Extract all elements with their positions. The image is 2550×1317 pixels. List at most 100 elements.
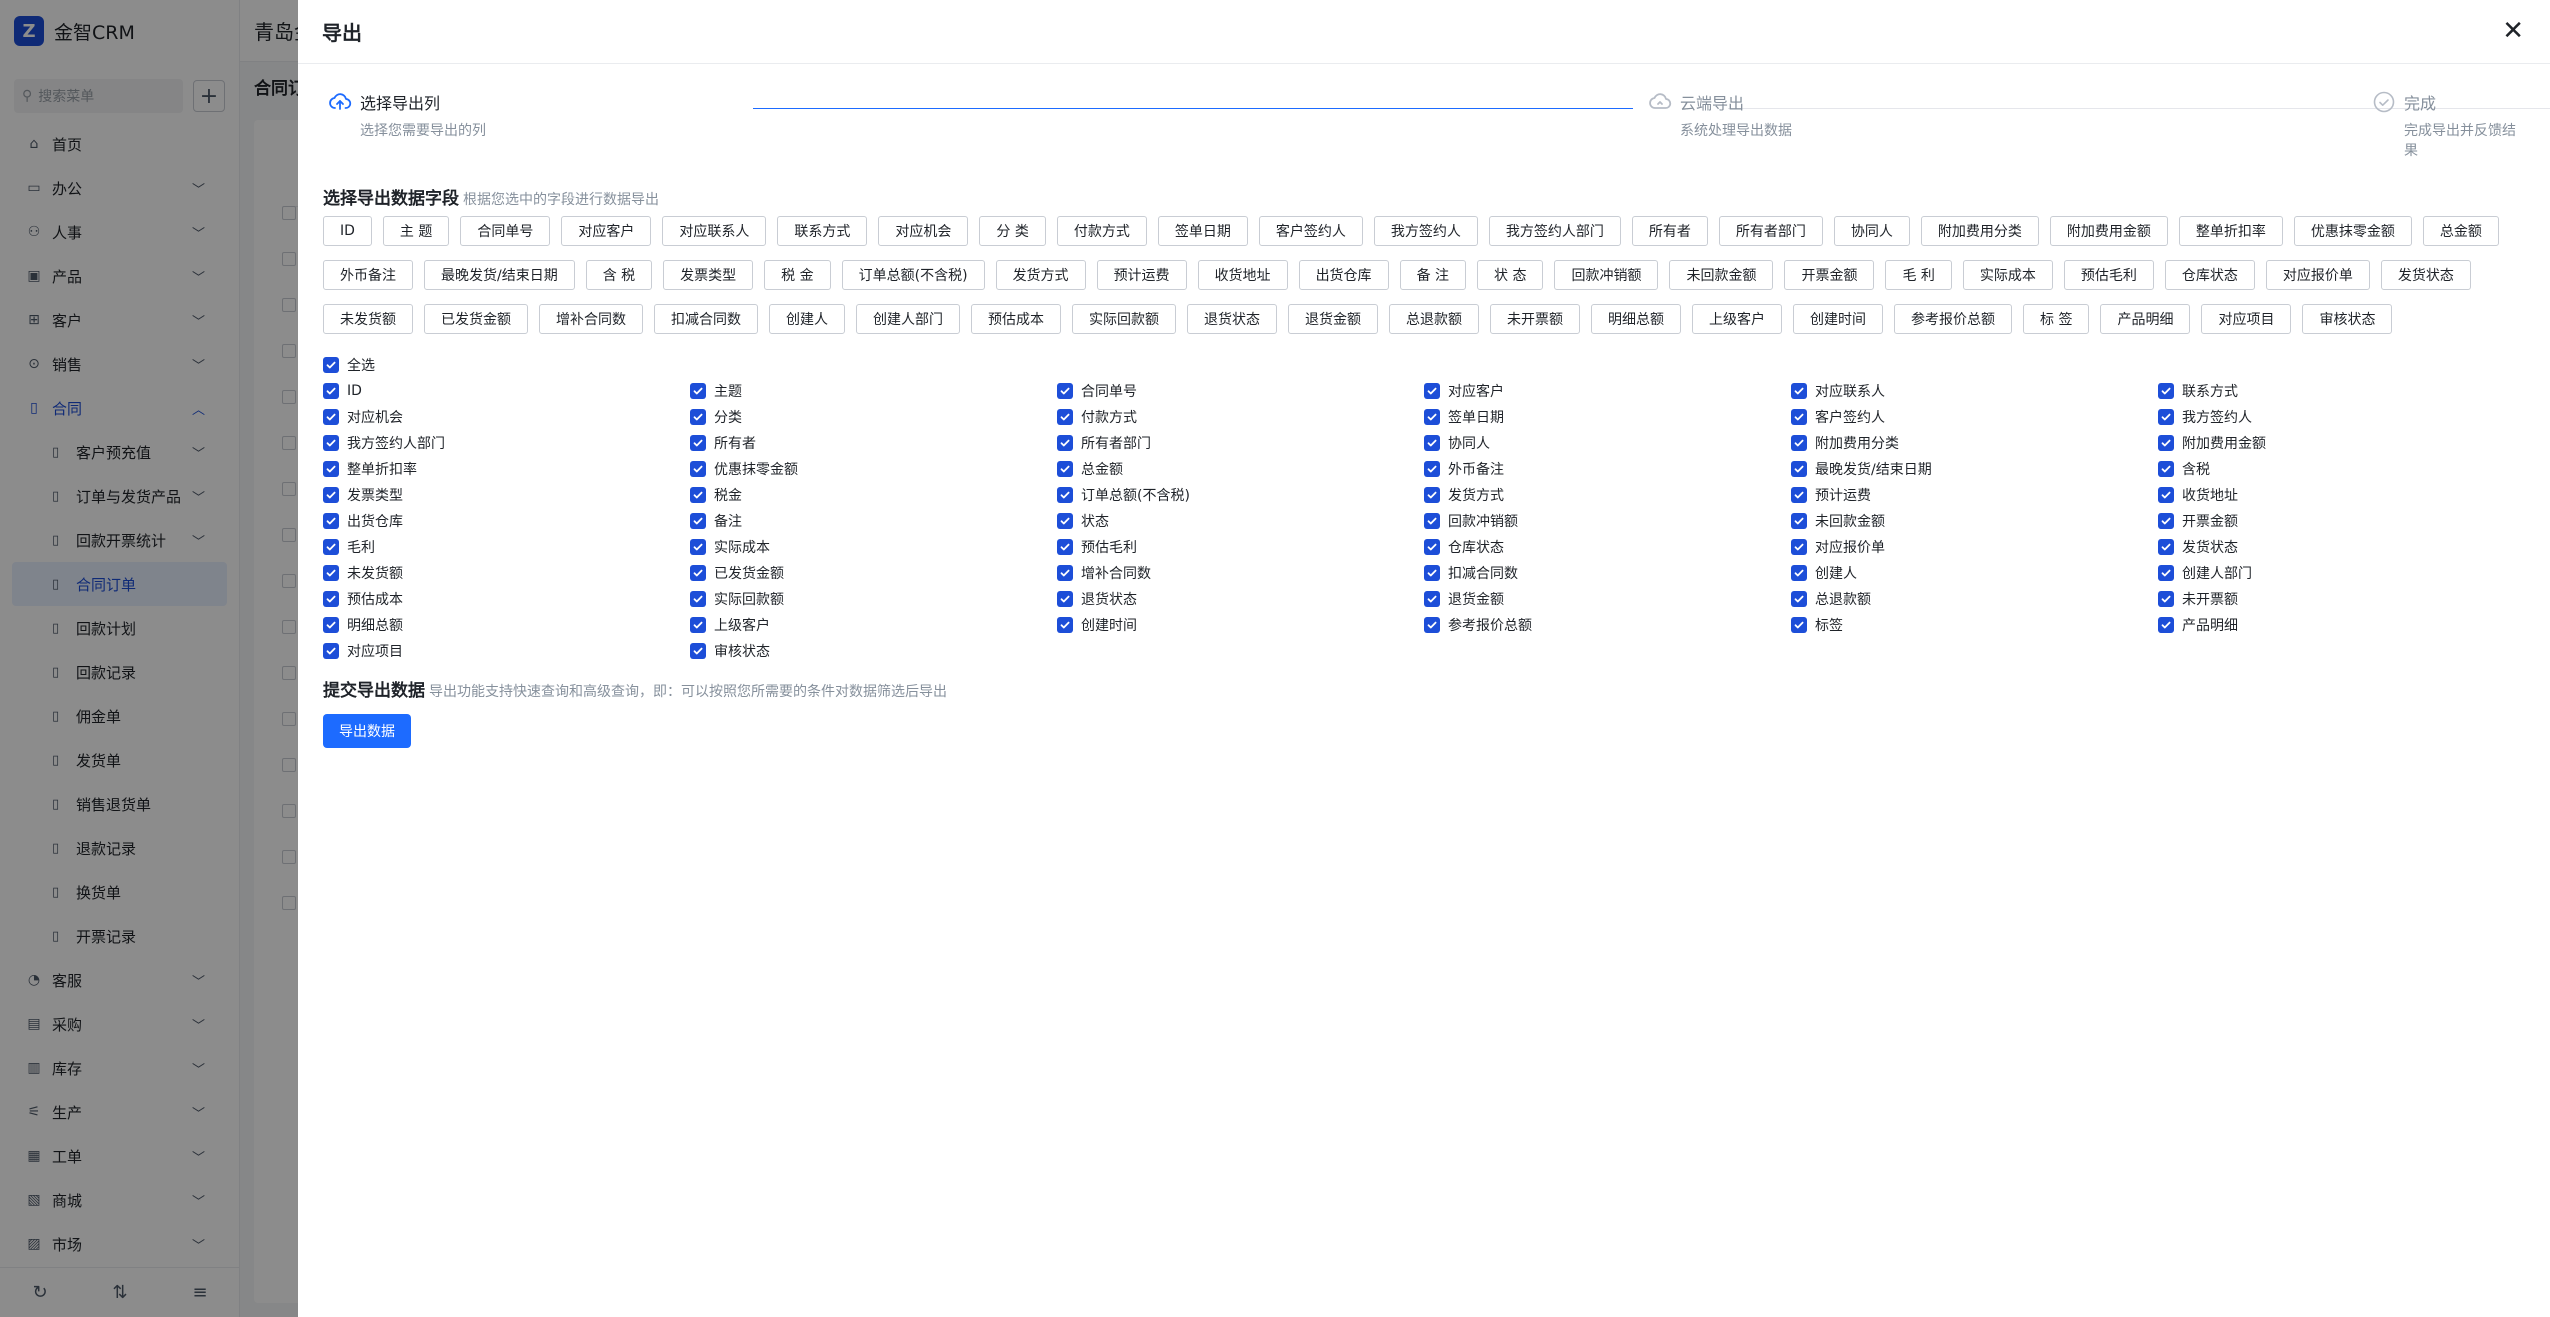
field-checkbox[interactable]: 未发货额: [323, 560, 690, 586]
field-chip[interactable]: 客户签约人: [1258, 216, 1363, 246]
field-chip[interactable]: 对应报价单: [2265, 260, 2370, 290]
field-chip[interactable]: 总退款额: [1389, 304, 1479, 334]
field-chip[interactable]: 毛 利: [1885, 260, 1952, 290]
field-chip[interactable]: 未开票额: [1490, 304, 1580, 334]
field-chip[interactable]: 预估成本: [971, 304, 1061, 334]
field-chip[interactable]: 我方签约人部门: [1488, 216, 1621, 246]
field-checkbox[interactable]: 回款冲销额: [1424, 508, 1791, 534]
field-chip[interactable]: 预估毛利: [2063, 260, 2154, 290]
field-checkbox[interactable]: 对应项目: [323, 638, 690, 664]
field-checkbox[interactable]: 退货状态: [1057, 586, 1424, 612]
field-checkbox[interactable]: 总退款额: [1791, 586, 2158, 612]
field-chip[interactable]: 订单总额(不含税): [841, 260, 985, 290]
field-checkbox[interactable]: 优惠抹零金额: [690, 456, 1057, 482]
field-chip[interactable]: 实际成本: [1962, 260, 2053, 290]
field-chip[interactable]: 退货金额: [1288, 304, 1378, 334]
field-checkbox[interactable]: 附加费用分类: [1791, 430, 2158, 456]
field-checkbox[interactable]: 税金: [690, 482, 1057, 508]
field-checkbox[interactable]: 所有者: [690, 430, 1057, 456]
field-checkbox[interactable]: 未回款金额: [1791, 508, 2158, 534]
field-chip[interactable]: 对应项目: [2201, 304, 2292, 334]
field-checkbox[interactable]: 分类: [690, 404, 1057, 430]
field-chip[interactable]: 参考报价总额: [1894, 304, 2012, 334]
field-checkbox[interactable]: 明细总额: [323, 612, 690, 638]
field-chip[interactable]: 合同单号: [460, 216, 551, 246]
field-chip[interactable]: 总金额: [2422, 216, 2499, 246]
field-checkbox[interactable]: 审核状态: [690, 638, 1057, 664]
field-chip[interactable]: 退货状态: [1187, 304, 1277, 334]
field-chip[interactable]: 对应客户: [561, 216, 652, 246]
field-checkbox[interactable]: 增补合同数: [1057, 560, 1424, 586]
field-checkbox[interactable]: 签单日期: [1424, 404, 1791, 430]
field-checkbox[interactable]: 开票金额: [2158, 508, 2525, 534]
field-chip[interactable]: 发票类型: [663, 260, 754, 290]
field-chip[interactable]: 整单折扣率: [2178, 216, 2283, 246]
field-chip[interactable]: 审核状态: [2302, 304, 2393, 334]
field-checkbox[interactable]: 创建时间: [1057, 612, 1424, 638]
export-data-button[interactable]: 导出数据: [323, 714, 411, 748]
field-checkbox[interactable]: 最晚发货/结束日期: [1791, 456, 2158, 482]
field-checkbox[interactable]: 协同人: [1424, 430, 1791, 456]
field-chip[interactable]: 外币备注: [323, 260, 413, 290]
field-checkbox[interactable]: 收货地址: [2158, 482, 2525, 508]
field-chip[interactable]: 备 注: [1399, 260, 1467, 290]
field-chip[interactable]: 创建时间: [1793, 304, 1883, 334]
field-chip[interactable]: 最晚发货/结束日期: [424, 260, 575, 290]
field-chip[interactable]: 附加费用分类: [1920, 216, 2039, 246]
field-checkbox[interactable]: 联系方式: [2158, 378, 2525, 404]
field-checkbox[interactable]: 上级客户: [690, 612, 1057, 638]
field-chip[interactable]: ID: [323, 216, 372, 246]
field-checkbox[interactable]: 附加费用金额: [2158, 430, 2525, 456]
field-checkbox[interactable]: 合同单号: [1057, 378, 1424, 404]
field-checkbox[interactable]: 仓库状态: [1424, 534, 1791, 560]
field-chip[interactable]: 付款方式: [1056, 216, 1147, 246]
field-checkbox[interactable]: 整单折扣率: [323, 456, 690, 482]
field-chip[interactable]: 回款冲销额: [1554, 260, 1659, 290]
check-all-checkbox[interactable]: 全选: [323, 352, 2523, 378]
field-checkbox[interactable]: 付款方式: [1057, 404, 1424, 430]
field-chip[interactable]: 对应联系人: [662, 216, 767, 246]
field-checkbox[interactable]: 创建人部门: [2158, 560, 2525, 586]
field-chip[interactable]: 创建人部门: [856, 304, 960, 334]
field-chip[interactable]: 实际回款额: [1072, 304, 1176, 334]
field-checkbox[interactable]: ID: [323, 378, 690, 404]
field-checkbox[interactable]: 毛利: [323, 534, 690, 560]
field-chip[interactable]: 产品明细: [2100, 304, 2191, 334]
field-checkbox[interactable]: 预估成本: [323, 586, 690, 612]
field-checkbox[interactable]: 备注: [690, 508, 1057, 534]
field-chip[interactable]: 上级客户: [1692, 304, 1782, 334]
field-checkbox[interactable]: 总金额: [1057, 456, 1424, 482]
field-chip[interactable]: 附加费用金额: [2049, 216, 2168, 246]
field-checkbox[interactable]: 实际回款额: [690, 586, 1057, 612]
field-chip[interactable]: 明细总额: [1591, 304, 1681, 334]
field-chip[interactable]: 所有者部门: [1718, 216, 1823, 246]
field-chip[interactable]: 含 税: [585, 260, 653, 290]
field-checkbox[interactable]: 所有者部门: [1057, 430, 1424, 456]
field-chip[interactable]: 收货地址: [1197, 260, 1288, 290]
field-chip[interactable]: 创建人: [769, 304, 845, 334]
field-checkbox[interactable]: 已发货金额: [690, 560, 1057, 586]
field-chip[interactable]: 签单日期: [1157, 216, 1248, 246]
field-chip[interactable]: 开票金额: [1784, 260, 1875, 290]
field-checkbox[interactable]: 扣减合同数: [1424, 560, 1791, 586]
field-chip[interactable]: 预计运费: [1096, 260, 1187, 290]
field-chip[interactable]: 标 签: [2023, 304, 2090, 334]
field-chip[interactable]: 优惠抹零金额: [2293, 216, 2412, 246]
field-chip[interactable]: 我方签约人: [1373, 216, 1478, 246]
field-checkbox[interactable]: 我方签约人: [2158, 404, 2525, 430]
field-checkbox[interactable]: 订单总额(不含税): [1057, 482, 1424, 508]
field-checkbox[interactable]: 外币备注: [1424, 456, 1791, 482]
field-chip[interactable]: 状 态: [1477, 260, 1544, 290]
field-chip[interactable]: 分 类: [979, 216, 1046, 246]
close-icon[interactable]: ✕: [2502, 16, 2524, 46]
field-chip[interactable]: 扣减合同数: [654, 304, 758, 334]
field-checkbox[interactable]: 未开票额: [2158, 586, 2525, 612]
field-chip[interactable]: 未发货额: [323, 304, 413, 334]
field-chip[interactable]: 联系方式: [777, 216, 868, 246]
field-chip[interactable]: 所有者: [1631, 216, 1708, 246]
field-checkbox[interactable]: 对应联系人: [1791, 378, 2158, 404]
field-checkbox[interactable]: 发货状态: [2158, 534, 2525, 560]
field-checkbox[interactable]: 创建人: [1791, 560, 2158, 586]
field-checkbox[interactable]: 客户签约人: [1791, 404, 2158, 430]
field-checkbox[interactable]: 对应机会: [323, 404, 690, 430]
